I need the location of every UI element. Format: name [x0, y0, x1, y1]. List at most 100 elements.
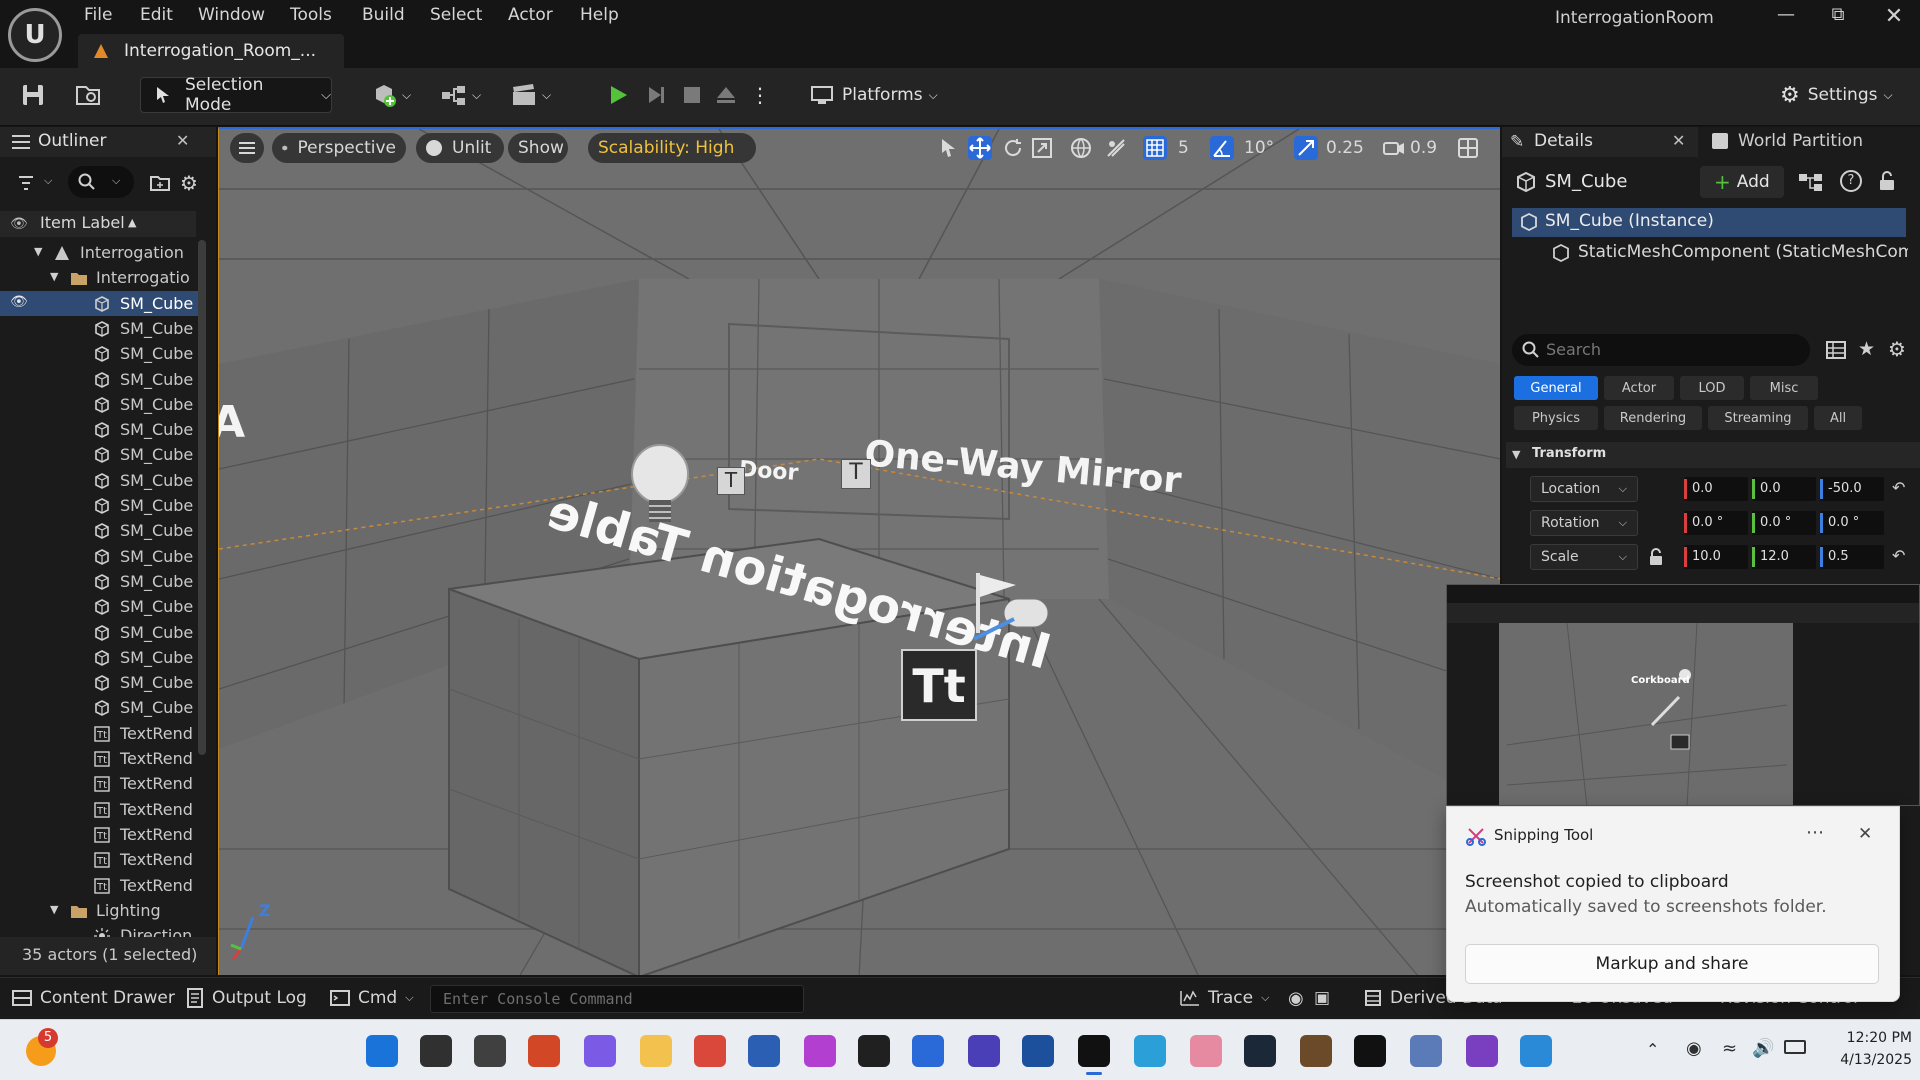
camera-speed-icon[interactable] — [1382, 136, 1406, 160]
filter-streaming[interactable]: Streaming — [1708, 406, 1808, 430]
add-actor-button[interactable]: ⌵ — [370, 77, 418, 113]
view-mode-button[interactable]: Unlit — [416, 133, 504, 163]
filter-icon[interactable] — [18, 174, 40, 192]
save-icon[interactable] — [20, 82, 46, 108]
filter-physics[interactable]: Physics — [1514, 406, 1598, 430]
viewport-menu-button[interactable] — [230, 133, 264, 163]
markup-and-share-button[interactable]: Markup and share — [1465, 944, 1879, 984]
show-hidden-icons-icon[interactable]: ⌃ — [1646, 1040, 1659, 1059]
rotate-icon[interactable] — [1001, 136, 1025, 160]
show-button[interactable]: Show — [508, 133, 568, 163]
point-light-icon[interactable] — [629, 444, 691, 534]
menu-actor[interactable]: Actor — [508, 5, 553, 25]
play-button[interactable] — [600, 77, 636, 113]
select-mode-icon[interactable] — [936, 136, 960, 160]
visibility-eye-icon[interactable]: 👁 — [10, 294, 28, 310]
outliner-row[interactable]: 👁 SM_Cube — [0, 290, 200, 316]
paint-icon[interactable] — [1520, 1035, 1552, 1067]
blueprint-convert-icon[interactable] — [1796, 170, 1826, 194]
file-explorer-icon[interactable] — [640, 1035, 672, 1067]
minecraft-icon[interactable] — [1300, 1035, 1332, 1067]
star-icon[interactable]: ★ — [1858, 338, 1875, 360]
chevron-down-icon[interactable]: ⌵ — [44, 174, 52, 188]
outliner-search-input[interactable]: ⌵ — [68, 166, 134, 198]
musescore-icon[interactable] — [912, 1035, 944, 1067]
steam-icon[interactable] — [1244, 1035, 1276, 1067]
more-options-icon[interactable]: ⋯ — [1806, 822, 1824, 843]
unreal-logo-icon[interactable]: U — [8, 8, 62, 62]
outliner-row[interactable]: Tt TextRend — [0, 771, 200, 796]
menu-tools[interactable]: Tools — [290, 5, 332, 25]
wifi-icon[interactable]: ≈ — [1722, 1038, 1737, 1059]
outliner-row[interactable]: SM_Cube — [0, 468, 200, 493]
powerpoint-icon[interactable] — [528, 1035, 560, 1067]
translate-icon[interactable] — [968, 136, 992, 160]
location-y-field[interactable]: 0.0 — [1752, 477, 1816, 501]
chevron-down-icon[interactable]: ▼ — [50, 270, 58, 283]
snip-thumbnail[interactable]: Corkboard — [1446, 584, 1920, 806]
add-component-button[interactable]: + Add — [1700, 166, 1784, 198]
outliner-row[interactable]: SM_Cube — [0, 594, 200, 619]
menu-window[interactable]: Window — [198, 5, 265, 25]
console-input[interactable]: Enter Console Command — [430, 985, 804, 1013]
advance-frame-button[interactable] — [640, 77, 672, 113]
menu-help[interactable]: Help — [580, 5, 619, 25]
capcut-icon[interactable] — [1354, 1035, 1386, 1067]
outliner-row[interactable]: Tt TextRend — [0, 797, 200, 822]
clock-time[interactable]: 12:20 PM — [1816, 1030, 1912, 1046]
clock-date[interactable]: 4/13/2025 — [1816, 1052, 1912, 1068]
blueprint-button[interactable]: ⌵ — [440, 77, 488, 113]
actor-name[interactable]: SM_Cube — [1545, 171, 1627, 192]
task-view-icon[interactable] — [474, 1035, 506, 1067]
trace-dropdown[interactable]: Trace ⌵ — [1180, 988, 1269, 1008]
chevron-down-icon[interactable]: ▼ — [50, 903, 58, 916]
outliner-row[interactable]: Tt TextRend — [0, 847, 200, 872]
location-dropdown[interactable]: Location ⌵ — [1530, 476, 1638, 502]
scale-snap-icon[interactable] — [1294, 136, 1318, 160]
camera-speed-value[interactable]: 0.9 — [1410, 138, 1437, 158]
outliner-row[interactable]: SM_Cube — [0, 316, 200, 341]
close-icon[interactable]: ✕ — [1858, 824, 1872, 844]
reset-location-icon[interactable]: ↶ — [1892, 478, 1905, 497]
network-icon[interactable]: ◉ — [1686, 1038, 1702, 1059]
rotation-x-field[interactable]: 0.0 ° — [1684, 511, 1748, 535]
camera-icon[interactable]: ▣ — [1314, 988, 1330, 1008]
outliner-row[interactable]: SM_Cube — [0, 493, 200, 518]
cmd-dropdown[interactable]: Cmd ⌵ — [330, 988, 414, 1008]
menu-select[interactable]: Select — [430, 5, 482, 25]
sort-ascending-icon[interactable]: ▲ — [128, 216, 136, 229]
minimize-icon[interactable]: — — [1766, 4, 1806, 30]
perspective-button[interactable]: Perspective — [272, 133, 406, 163]
rotation-y-field[interactable]: 0.0 ° — [1752, 511, 1816, 535]
copilot-icon[interactable] — [584, 1035, 616, 1067]
outliner-row[interactable]: Tt TextRend — [0, 873, 200, 898]
visibility-eye-icon[interactable]: 👁 — [10, 216, 28, 232]
scale-snap-value[interactable]: 0.25 — [1326, 138, 1364, 158]
scale-dropdown[interactable]: Scale ⌵ — [1530, 544, 1638, 570]
scale-z-field[interactable]: 0.5 — [1820, 545, 1884, 569]
menu-file[interactable]: File — [84, 5, 112, 25]
scalability-button[interactable]: Scalability: High — [588, 133, 756, 163]
browse-icon[interactable] — [74, 82, 102, 108]
outliner-row[interactable]: SM_Cube — [0, 341, 200, 366]
filter-rendering[interactable]: Rendering — [1604, 406, 1702, 430]
eject-button[interactable] — [710, 77, 742, 113]
outliner-row[interactable]: SM_Cube — [0, 442, 200, 467]
obs-icon[interactable] — [858, 1035, 890, 1067]
scale-y-field[interactable]: 12.0 — [1752, 545, 1816, 569]
filter-lod[interactable]: LOD — [1680, 376, 1744, 400]
volume-icon[interactable]: 🔊 — [1752, 1038, 1774, 1059]
selected-text-render-icon[interactable]: Tt — [901, 649, 977, 721]
menu-build[interactable]: Build — [362, 5, 405, 25]
filter-misc[interactable]: Misc — [1750, 376, 1818, 400]
filter-all[interactable]: All — [1814, 406, 1862, 430]
chevron-down-icon[interactable]: ▼ — [34, 245, 42, 258]
outliner-row[interactable]: Tt TextRend — [0, 721, 200, 746]
autodesk-icon[interactable] — [1022, 1035, 1054, 1067]
player-start-icon[interactable] — [964, 569, 1054, 649]
search-icon[interactable] — [420, 1035, 452, 1067]
outliner-row[interactable]: ▼ Interrogation — [0, 240, 200, 265]
grid-snap-icon[interactable] — [1143, 136, 1167, 160]
outliner-row[interactable]: SM_Cube — [0, 367, 200, 392]
viewport-layout-icon[interactable] — [1456, 136, 1480, 160]
